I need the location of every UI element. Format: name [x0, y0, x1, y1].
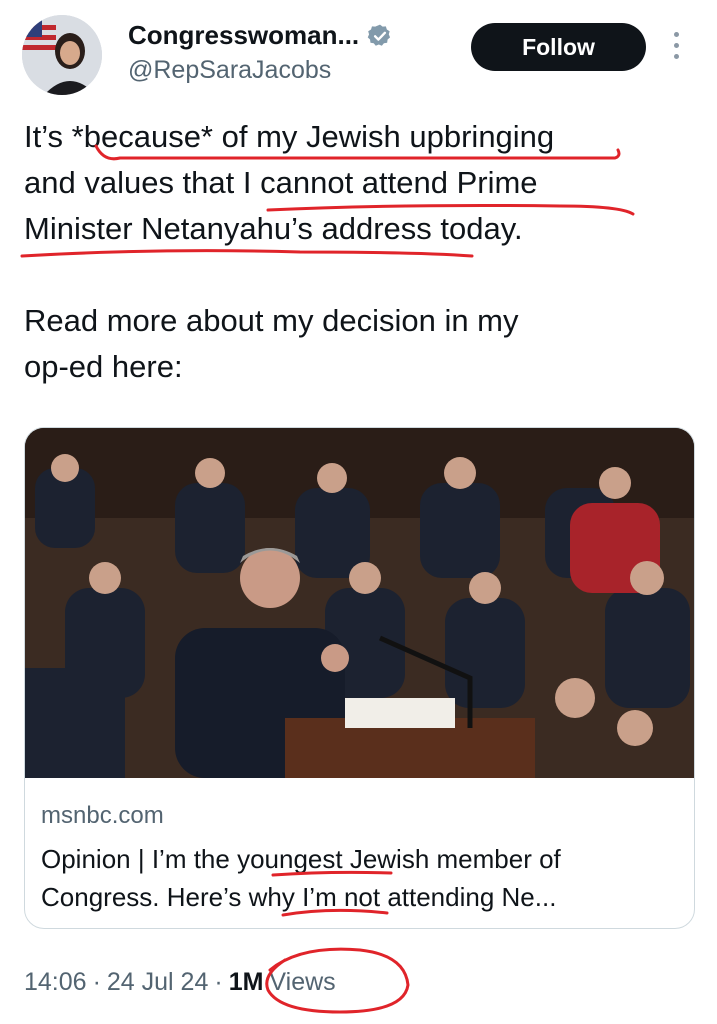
follow-button[interactable]: Follow: [471, 23, 646, 71]
views-count[interactable]: 1M: [229, 968, 264, 997]
link-card[interactable]: msnbc.com Opinion | I’m the youngest Jew…: [24, 427, 695, 929]
tweet-text: It’s *because* of my Jewish upbringing a…: [24, 114, 704, 390]
separator-dot: ·: [214, 968, 223, 996]
tweet-paragraph: Read more about my decision in my op-ed …: [24, 303, 519, 384]
author-handle[interactable]: @RepSaraJacobs: [128, 56, 331, 85]
tweet-paragraph: It’s *because* of my Jewish upbringing a…: [24, 119, 555, 246]
views-label: Views: [269, 968, 336, 996]
separator-dot: ·: [92, 968, 101, 996]
more-options-icon[interactable]: [666, 32, 686, 66]
tweet-meta: 14:06 · 24 Jul 24 · 1M Views: [24, 968, 336, 997]
tweet-time[interactable]: 14:06: [24, 968, 87, 997]
tweet-date[interactable]: 24 Jul 24: [107, 968, 208, 997]
avatar[interactable]: [22, 15, 102, 95]
verified-badge-icon: [367, 24, 391, 46]
card-domain: msnbc.com: [41, 802, 164, 829]
article-image: [25, 428, 694, 778]
tweet-header: Congresswoman... @RepSaraJacobs Follow: [0, 0, 717, 110]
card-title: Opinion | I’m the youngest Jewish member…: [41, 844, 561, 912]
author-name[interactable]: Congresswoman...: [128, 20, 359, 51]
